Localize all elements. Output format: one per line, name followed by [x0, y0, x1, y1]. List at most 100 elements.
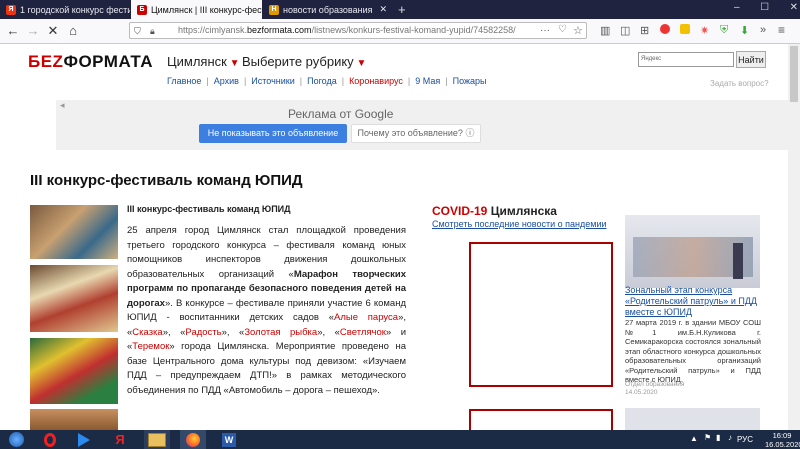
kindergarten-link[interactable]: Сказка: [132, 327, 162, 338]
home-icon[interactable]: ⌂: [64, 22, 82, 40]
taskbar-word[interactable]: W: [216, 430, 242, 449]
clock[interactable]: 16:09 16.05.2020: [765, 431, 800, 449]
article-photo-4[interactable]: [30, 409, 118, 430]
tab-title: Цимлянск | III конкурс-фести: [151, 4, 262, 15]
clock-date: 16.05.2020: [765, 440, 800, 449]
news-source: Отдел образования 14.05.2020: [625, 381, 684, 396]
taskbar-yandex[interactable]: Я: [108, 430, 132, 449]
tray-arrow-icon[interactable]: ▲: [690, 434, 698, 443]
maximize-icon[interactable]: ☐: [760, 2, 769, 13]
network-icon[interactable]: ▮: [716, 433, 720, 442]
scrollbar-thumb[interactable]: [790, 46, 798, 102]
ad-back-icon[interactable]: ◂: [60, 100, 65, 111]
reader-icon[interactable]: ⊞: [640, 24, 649, 37]
why-ad-button[interactable]: Почему это объявление? ⓘ: [351, 124, 481, 143]
tab-1[interactable]: Я 1 городской конкурс фестива ✕: [0, 0, 130, 19]
fire-extension-icon[interactable]: ✷: [700, 24, 709, 37]
article-photo-3[interactable]: [30, 338, 118, 404]
flag-icon[interactable]: ⚑: [704, 433, 711, 442]
article-text: » города Цимлянска. Мероприятие проведен…: [127, 341, 406, 396]
yandex-browser-icon: Я: [115, 432, 125, 447]
page-title: III конкурс-фестиваль команд ЮПИД: [30, 172, 303, 189]
logo-part-2: ФОРМАТА: [63, 52, 153, 71]
url-domain: bezformata.com: [247, 25, 312, 35]
news-source-name: Отдел образования: [625, 381, 685, 388]
close-icon[interactable]: ✕: [44, 22, 62, 40]
url-prefix: https://cimlyansk.: [178, 25, 248, 35]
taskbar-opera[interactable]: [38, 430, 62, 449]
ask-question-link[interactable]: Задать вопрос?: [710, 79, 769, 88]
city-selector[interactable]: Цимлянск ▼: [167, 54, 240, 69]
info-icon: ⓘ: [465, 128, 475, 138]
taskbar-media[interactable]: [72, 430, 96, 449]
kindergarten-link[interactable]: Радость: [185, 327, 221, 338]
search-button[interactable]: Найти: [736, 51, 766, 68]
site-icon: Н: [269, 4, 279, 15]
star-icon[interactable]: ☆: [573, 24, 583, 37]
taskbar-explorer[interactable]: [144, 430, 170, 449]
menu-icon[interactable]: ≡: [778, 23, 785, 37]
nav-separator: |: [206, 76, 209, 86]
nav-link-archive[interactable]: Архив: [214, 76, 239, 86]
news-title-link[interactable]: Зональный этап конкурса «Родительский па…: [625, 285, 765, 318]
minimize-icon[interactable]: –: [734, 2, 740, 13]
nav-separator: |: [341, 76, 345, 86]
site-logo[interactable]: БЕZФОРМАТА: [28, 52, 153, 72]
nav-separator: |: [243, 76, 247, 86]
bookmark-extension-icon[interactable]: [680, 24, 690, 34]
news-summary: 27 марта 2019 г. в здании МБОУ СОШ №1 им…: [625, 318, 761, 384]
page-actions-icon[interactable]: ···: [540, 25, 550, 36]
tab-3[interactable]: Н новости образования ✕: [263, 0, 393, 19]
forward-icon[interactable]: →: [24, 22, 42, 40]
volume-icon[interactable]: ♪: [728, 433, 732, 442]
kindergarten-link[interactable]: Алые паруса: [334, 312, 398, 323]
pocket-icon[interactable]: ♡: [558, 24, 567, 35]
lock-icon[interactable]: 🔒︎: [150, 26, 155, 37]
tab-title: 1 городской конкурс фестива: [20, 4, 130, 15]
news-photo-2[interactable]: [625, 408, 760, 430]
taskbar-firefox[interactable]: [180, 430, 206, 449]
start-button[interactable]: [4, 430, 28, 449]
download-extension-icon[interactable]: ⬇: [740, 24, 749, 37]
yandex-icon: Я: [6, 4, 16, 15]
article-photo-2[interactable]: [30, 265, 118, 332]
nav-separator: |: [445, 76, 448, 86]
tab-title: новости образования: [283, 4, 373, 15]
library-icon[interactable]: ▥: [600, 24, 610, 37]
new-tab-button[interactable]: +: [398, 2, 406, 17]
kindergarten-link[interactable]: Золотая рыбка: [244, 327, 317, 338]
nav-link-fires[interactable]: Пожары: [453, 76, 487, 86]
article-photo-1[interactable]: [30, 205, 118, 259]
nav-link-may9[interactable]: 9 Мая: [415, 76, 440, 86]
close-icon[interactable]: ✕: [379, 4, 387, 15]
url-bar[interactable]: https://cimlyansk.bezformata.com/listnew…: [129, 22, 587, 39]
back-icon[interactable]: ←: [4, 22, 22, 40]
close-window-icon[interactable]: ✕: [790, 2, 798, 13]
nav-separator: |: [407, 76, 411, 86]
hide-ad-button[interactable]: Не показывать это объявление: [199, 124, 347, 143]
shield-icon[interactable]: ⛉: [134, 26, 141, 37]
city-name: Цимлянск: [167, 54, 227, 69]
covid-heading: COVID-19 Цимлянска: [432, 204, 557, 218]
tab-2[interactable]: Б Цимлянск | III конкурс-фести ✕: [131, 0, 262, 19]
shield-extension-icon[interactable]: ⛨: [720, 24, 728, 37]
nav-link-weather[interactable]: Погода: [307, 76, 337, 86]
rubric-selector[interactable]: Выберите рубрику ▼: [242, 54, 366, 69]
clock-time: 16:09: [772, 431, 792, 440]
overflow-icon[interactable]: »: [760, 24, 766, 36]
search-input[interactable]: Яндекс: [638, 52, 734, 67]
article-body: 25 апреля город Цимлянск стал площадкой …: [127, 225, 406, 396]
nav-link-main[interactable]: Главное: [167, 76, 201, 86]
nav-link-coronavirus[interactable]: Коронавирус: [349, 76, 403, 86]
covid-news-link[interactable]: Смотреть последние новости о пандемии: [432, 219, 607, 229]
yandex-extension-icon[interactable]: [660, 24, 670, 34]
media-player-icon: [78, 432, 90, 447]
window-controls: – ☐ ✕: [734, 2, 798, 13]
language-indicator[interactable]: РУС: [737, 435, 753, 444]
kindergarten-link[interactable]: Теремок: [132, 341, 169, 352]
news-photo[interactable]: [625, 215, 760, 288]
kindergarten-link[interactable]: Светлячок: [340, 327, 386, 338]
sidebar-icon[interactable]: ◫: [620, 24, 630, 37]
nav-link-sources[interactable]: Источники: [251, 76, 294, 86]
why-ad-label: Почему это объявление?: [357, 128, 463, 138]
